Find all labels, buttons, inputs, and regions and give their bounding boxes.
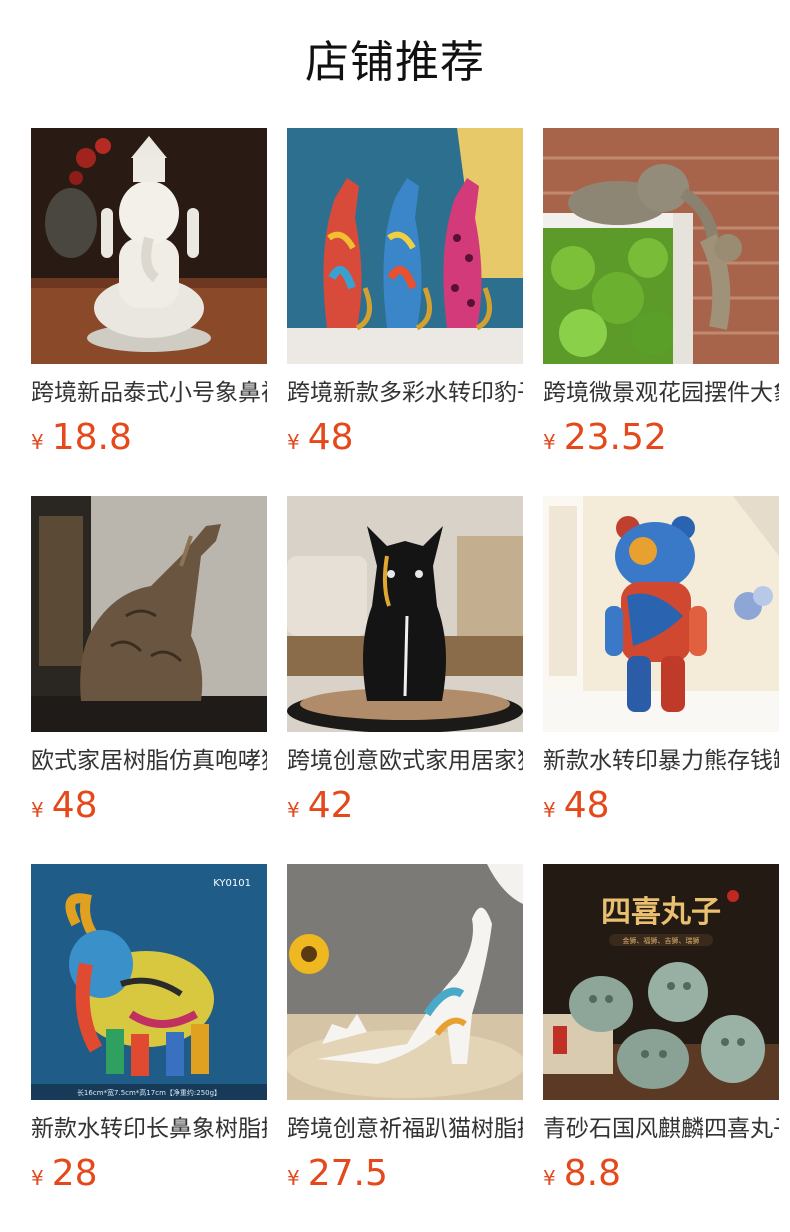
product-card[interactable]: 欧式家居树脂仿真咆哮狼摆件 ¥48 xyxy=(31,496,267,836)
product-image[interactable] xyxy=(287,864,523,1100)
price-value: 42 xyxy=(307,785,354,826)
price-value: 48 xyxy=(307,417,354,458)
product-price: ¥28 xyxy=(31,1152,98,1196)
product-image[interactable] xyxy=(287,128,523,364)
product-name[interactable]: 新款水转印暴力熊存钱罐摆件 xyxy=(543,744,779,778)
product-name[interactable]: 青砂石国风麒麟四喜丸子摆件 xyxy=(543,1112,779,1146)
product-name[interactable]: 跨境新款多彩水转印豹子摆件 xyxy=(287,376,523,410)
product-card[interactable]: 跨境新品泰式小号象鼻神摆件 ¥18.8 xyxy=(31,128,267,468)
stretching-cat-image xyxy=(287,864,523,1100)
ganesha-statue-image xyxy=(31,128,267,364)
price-value: 27.5 xyxy=(307,1153,388,1194)
product-card[interactable]: 四喜丸子 金狮、福狮、吉狮、瑞狮 青砂石国风麒麟四喜丸子摆件 ¥8.8 xyxy=(543,864,779,1204)
product-price: ¥48 xyxy=(31,784,98,828)
price-value: 8.8 xyxy=(563,1153,621,1194)
bulldog-statue-image xyxy=(287,496,523,732)
price-value: 23.52 xyxy=(563,417,667,458)
product-price: ¥8.8 xyxy=(543,1152,621,1196)
product-name[interactable]: 跨境新品泰式小号象鼻神摆件 xyxy=(31,376,267,410)
price-value: 18.8 xyxy=(51,417,132,458)
page-title: 店铺推荐 xyxy=(305,37,485,88)
currency-symbol: ¥ xyxy=(543,1166,556,1190)
product-price: ¥42 xyxy=(287,784,354,828)
currency-symbol: ¥ xyxy=(543,430,556,454)
product-name[interactable]: 跨境创意祈福趴猫树脂摆件 xyxy=(287,1112,523,1146)
product-card[interactable]: 跨境创意祈福趴猫树脂摆件 ¥27.5 xyxy=(287,864,523,1204)
product-card[interactable]: 跨境微景观花园摆件大象挂件 ¥23.52 xyxy=(543,128,779,468)
currency-symbol: ¥ xyxy=(31,430,44,454)
product-image[interactable] xyxy=(31,128,267,364)
stone-lions-image: 四喜丸子 金狮、福狮、吉狮、瑞狮 xyxy=(543,864,779,1100)
currency-symbol: ¥ xyxy=(287,1166,300,1190)
product-card[interactable]: KY0101 长16cm*宽7.5cm*高17cm【净重约:250g】 新款水转… xyxy=(31,864,267,1204)
currency-symbol: ¥ xyxy=(31,1166,44,1190)
product-card[interactable]: 新款水转印暴力熊存钱罐摆件 ¥48 xyxy=(543,496,779,836)
product-image[interactable] xyxy=(31,496,267,732)
price-value: 48 xyxy=(563,785,610,826)
product-image[interactable] xyxy=(287,496,523,732)
product-price: ¥48 xyxy=(543,784,610,828)
product-name[interactable]: 跨境创意欧式家用居家狗摆件 xyxy=(287,744,523,778)
product-image[interactable] xyxy=(543,128,779,364)
product-price: ¥23.52 xyxy=(543,416,667,460)
currency-symbol: ¥ xyxy=(31,798,44,822)
product-card[interactable]: 跨境新款多彩水转印豹子摆件 ¥48 xyxy=(287,128,523,468)
product-name[interactable]: 跨境微景观花园摆件大象挂件 xyxy=(543,376,779,410)
wolf-statue-image xyxy=(31,496,267,732)
price-value: 28 xyxy=(51,1153,98,1194)
price-value: 48 xyxy=(51,785,98,826)
currency-symbol: ¥ xyxy=(287,430,300,454)
product-image[interactable]: 四喜丸子 金狮、福狮、吉狮、瑞狮 xyxy=(543,864,779,1100)
product-card[interactable]: 跨境创意欧式家用居家狗摆件 ¥42 xyxy=(287,496,523,836)
product-name[interactable]: 欧式家居树脂仿真咆哮狼摆件 xyxy=(31,744,267,778)
currency-symbol: ¥ xyxy=(543,798,556,822)
product-price: ¥48 xyxy=(287,416,354,460)
graffiti-bear-image xyxy=(543,496,779,732)
product-price: ¥18.8 xyxy=(31,416,132,460)
image-caption: 四喜丸子 xyxy=(601,895,721,930)
image-footer: 长16cm*宽7.5cm*高17cm【净重约:250g】 xyxy=(77,1088,221,1097)
image-subcaption: 金狮、福狮、吉狮、瑞狮 xyxy=(623,936,700,945)
image-caption: KY0101 xyxy=(213,878,251,889)
product-image[interactable]: KY0101 长16cm*宽7.5cm*高17cm【净重约:250g】 xyxy=(31,864,267,1100)
currency-symbol: ¥ xyxy=(287,798,300,822)
graffiti-elephant-image: KY0101 长16cm*宽7.5cm*高17cm【净重约:250g】 xyxy=(31,864,267,1100)
product-name[interactable]: 新款水转印长鼻象树脂摆件 xyxy=(31,1112,267,1146)
elephant-shelf-image xyxy=(543,128,779,364)
product-image[interactable] xyxy=(543,496,779,732)
product-price: ¥27.5 xyxy=(287,1152,388,1196)
leopards-image xyxy=(287,128,523,364)
